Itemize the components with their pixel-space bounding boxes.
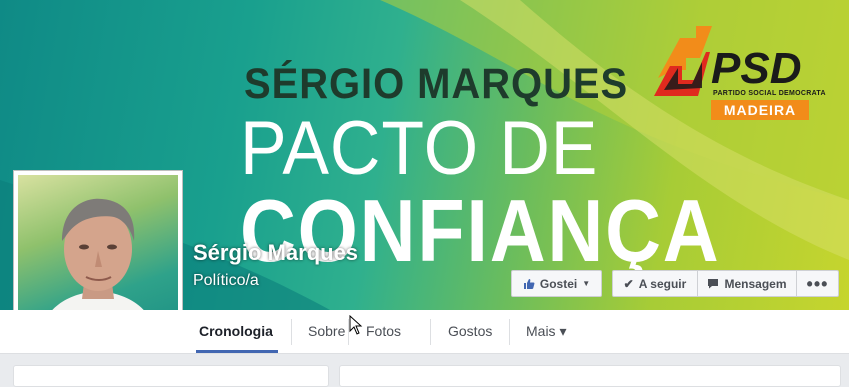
tab-divider	[291, 319, 292, 345]
psd-logo-region: MADEIRA	[711, 100, 809, 120]
following-button[interactable]: ✔ A seguir	[612, 270, 698, 297]
active-tab-indicator	[196, 350, 278, 353]
tab-about[interactable]: Sobre	[308, 310, 345, 353]
page-tabs-bar: Cronologia Sobre Fotos Gostos Mais ▾	[0, 310, 849, 354]
tab-timeline[interactable]: Cronologia	[199, 310, 273, 353]
left-column-card	[13, 365, 329, 387]
checkmark-icon: ✔	[623, 276, 634, 291]
psd-logo-word: PSD	[711, 44, 802, 93]
chevron-down-icon: ▼	[582, 279, 591, 288]
tab-more[interactable]: Mais ▾	[526, 310, 566, 353]
tab-divider	[509, 319, 510, 345]
like-button-label: Gostei	[539, 276, 578, 291]
cover-slogan-line1: PACTO DE	[240, 106, 599, 191]
tab-divider	[430, 319, 431, 345]
following-button-label: A seguir	[638, 276, 687, 291]
message-icon	[708, 279, 719, 289]
mouse-pointer-icon	[349, 315, 363, 335]
cover-title-name: SÉRGIO MARQUES	[244, 60, 629, 108]
cover-slogan-line2: CONFIANÇA	[240, 181, 721, 280]
page-title[interactable]: Sérgio Marques	[193, 240, 358, 266]
message-button-label: Mensagem	[724, 276, 787, 291]
message-button[interactable]: Mensagem	[697, 270, 797, 297]
more-options-button[interactable]: •••	[796, 270, 839, 297]
tab-likes[interactable]: Gostos	[448, 310, 492, 353]
tab-photos[interactable]: Fotos	[366, 310, 401, 353]
psd-logo-subtitle: PARTIDO SOCIAL DEMOCRATA	[713, 90, 826, 97]
right-column-card	[339, 365, 841, 387]
more-dots-icon: •••	[806, 273, 829, 294]
thumbs-up-icon	[523, 278, 535, 289]
like-button[interactable]: Gostei ▼	[511, 270, 602, 297]
page-category[interactable]: Político/a	[193, 272, 259, 290]
